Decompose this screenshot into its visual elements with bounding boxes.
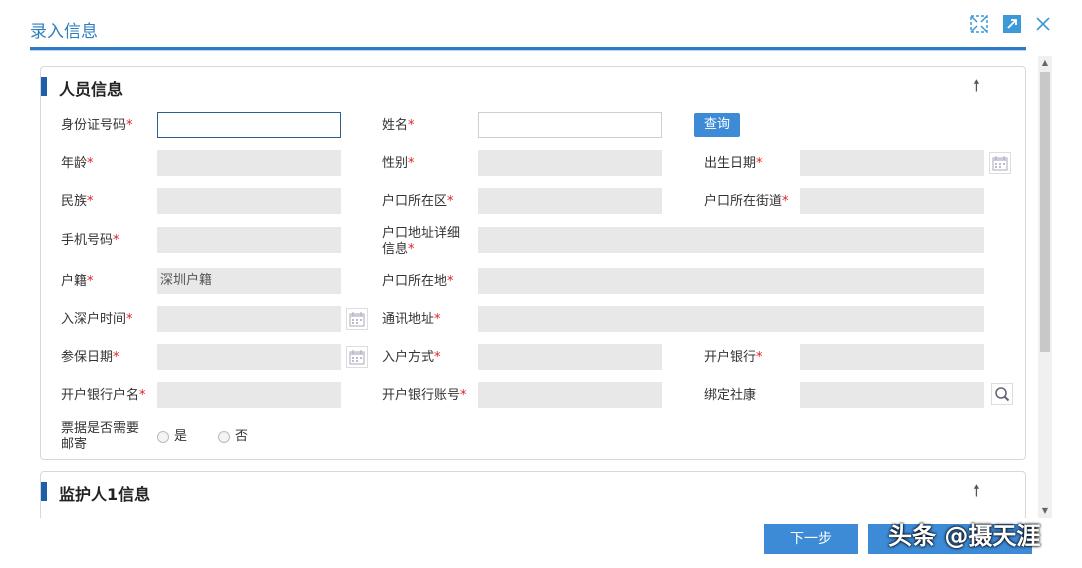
insure-date-field [157, 344, 341, 370]
dialog-title: 录入信息 [30, 22, 98, 42]
label-gender: 性别* [382, 156, 415, 171]
calendar-icon[interactable] [346, 308, 368, 330]
label-mail-addr: 通讯地址* [382, 312, 441, 327]
label-street: 户口所在街道* [704, 194, 789, 209]
collapse-arrow-icon[interactable]: 🠕 [973, 480, 980, 507]
label-birth: 出生日期* [704, 156, 763, 171]
entry-time-field [157, 306, 341, 332]
popout-icon[interactable] [1001, 13, 1023, 35]
mailing-address-field [478, 306, 984, 332]
calendar-icon[interactable] [989, 152, 1011, 174]
section-bar [41, 482, 47, 501]
label-bank-name: 开户银行户名* [61, 388, 146, 403]
bank-account-number-field [478, 382, 662, 408]
district-field [478, 188, 662, 214]
radio-no-label: 否 [235, 429, 249, 444]
ethnic-field [157, 188, 341, 214]
scroll-thumb[interactable] [1040, 72, 1050, 352]
radio-yes[interactable] [157, 431, 169, 443]
label-bank-acct: 开户银行账号* [382, 388, 467, 403]
title-bar: 录入信息 [0, 0, 1082, 52]
fit-screen-icon[interactable] [968, 13, 990, 35]
label-id: 身份证号码* [61, 118, 133, 133]
label-entry-way: 入户方式* [382, 350, 441, 365]
age-field [157, 150, 341, 176]
birth-date-field [800, 150, 984, 176]
scroll-up-icon[interactable]: ▲ [1038, 56, 1052, 70]
huji-field: 深圳户籍 [157, 268, 341, 294]
id-number-input[interactable] [157, 112, 341, 138]
hukou-location-field [478, 268, 984, 294]
label-district: 户口所在区* [382, 194, 454, 209]
label-huji: 户籍* [61, 274, 94, 289]
label-bind-sk: 绑定社康 [704, 388, 757, 403]
guardian-1-panel: 监护人1信息 🠕 [40, 471, 1026, 518]
next-button[interactable]: 下一步 [764, 524, 858, 554]
entry-way-field [478, 344, 662, 370]
panel-header: 人员信息 🠕 [41, 67, 1025, 105]
calendar-icon[interactable] [346, 346, 368, 368]
gender-field [478, 150, 662, 176]
label-addr-detail: 户口地址详细 信息* [382, 226, 461, 257]
title-divider [30, 47, 1026, 51]
bank-account-name-field [157, 382, 341, 408]
label-name: 姓名* [382, 118, 415, 133]
section-title: 监护人1信息 [59, 485, 151, 504]
entry-dialog: 录入信息 人员信息 🠕 身份证号码* 姓名* 查询 年龄* 性别* 出生日期* … [0, 0, 1082, 568]
collapse-arrow-icon[interactable]: 🠕 [973, 75, 980, 102]
label-phone: 手机号码* [61, 233, 120, 248]
label-hukou-loc: 户口所在地* [382, 274, 454, 289]
section-title: 人员信息 [59, 80, 124, 99]
label-insure-date: 参保日期* [61, 350, 120, 365]
label-ethnic: 民族* [61, 194, 94, 209]
bank-field [800, 344, 984, 370]
watermark: 头条 @摄天涯 [888, 522, 1041, 550]
vertical-scrollbar[interactable]: ▲ ▼ [1038, 56, 1052, 518]
name-input[interactable] [478, 112, 662, 138]
phone-field [157, 227, 341, 253]
street-field [800, 188, 984, 214]
query-button[interactable]: 查询 [694, 113, 741, 137]
label-mail-question: 票据是否需要 邮寄 [61, 421, 140, 452]
radio-no[interactable] [218, 431, 230, 443]
label-age: 年龄* [61, 156, 94, 171]
panel-header: 监护人1信息 🠕 [41, 472, 1025, 510]
address-detail-field [478, 227, 984, 253]
section-bar [41, 77, 47, 96]
close-icon[interactable] [1032, 13, 1054, 35]
label-bank: 开户银行* [704, 350, 763, 365]
search-icon[interactable] [991, 383, 1013, 405]
radio-yes-label: 是 [174, 429, 188, 444]
person-info-panel: 人员信息 🠕 身份证号码* 姓名* 查询 年龄* 性别* 出生日期* 民族* 户… [40, 66, 1026, 460]
bind-clinic-field [800, 382, 984, 408]
form-scroll-area[interactable]: 人员信息 🠕 身份证号码* 姓名* 查询 年龄* 性别* 出生日期* 民族* 户… [30, 56, 1040, 518]
label-entry-time: 入深户时间* [61, 312, 133, 327]
